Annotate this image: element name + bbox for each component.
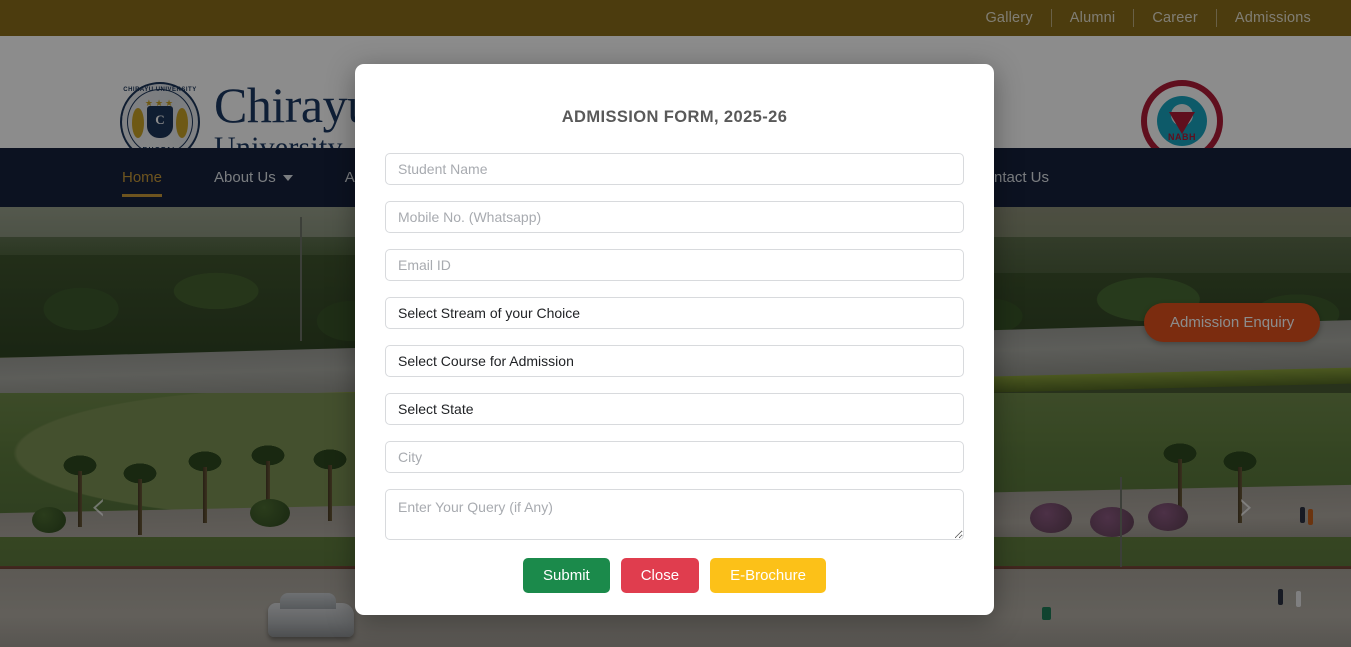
- submit-button[interactable]: Submit: [523, 558, 610, 593]
- city-input[interactable]: [385, 441, 964, 473]
- close-button[interactable]: Close: [620, 558, 700, 593]
- admission-form-modal: ADMISSION FORM, 2025-26 Select Stream of…: [355, 64, 994, 615]
- email-id-input[interactable]: [385, 249, 964, 281]
- state-select[interactable]: Select State: [385, 393, 964, 425]
- mobile-no-input[interactable]: [385, 201, 964, 233]
- modal-button-row: Submit Close E-Brochure: [385, 558, 964, 593]
- query-textarea[interactable]: [385, 489, 964, 540]
- modal-title: ADMISSION FORM, 2025-26: [561, 108, 788, 126]
- student-name-input[interactable]: [385, 153, 964, 185]
- e-brochure-button[interactable]: E-Brochure: [710, 558, 826, 593]
- stream-select[interactable]: Select Stream of your Choice: [385, 297, 964, 329]
- course-select[interactable]: Select Course for Admission: [385, 345, 964, 377]
- page-root: ‹ › Admission Enquiry Gallery Alumni Car…: [0, 0, 1351, 647]
